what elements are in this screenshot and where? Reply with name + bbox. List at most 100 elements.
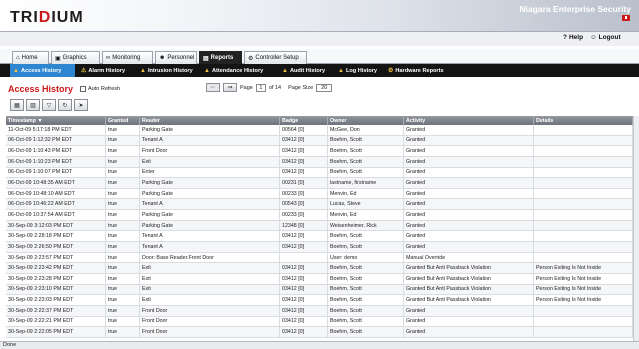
cell-reader: Parking Gate	[140, 125, 280, 135]
tab-controller-setup[interactable]: ⚙ Controller Setup	[244, 51, 307, 64]
page-size-input[interactable]: 20	[316, 83, 333, 92]
prev-page-button[interactable]: ⇐	[206, 83, 220, 92]
utility-bar: ? Help ☺ Logout	[0, 32, 639, 46]
cell-timestamp: 11-Oct-09 5:17:18 PM EDT	[6, 125, 106, 135]
tab-reports[interactable]: ▤ Reports	[199, 51, 242, 64]
table-row[interactable]: 30-Sep-09 2:23:42 PM EDT true Exit 03412 [0…	[6, 263, 633, 274]
cell-reader: Exit	[140, 273, 280, 284]
subtab-access-history[interactable]: ▲ Access History	[10, 64, 75, 77]
table-row[interactable]: 30-Sep-09 3:12:03 PM EDT true Parking Gate…	[6, 220, 633, 232]
cell-timestamp: 30-Sep-09 2:23:10 PM EDT	[6, 284, 106, 295]
auto-refresh-toggle[interactable]: Auto Refresh	[80, 86, 120, 92]
subtab-audit-history[interactable]: ▲ Audit History	[279, 64, 334, 77]
subtab-hardware-reports[interactable]: ⚙ Hardware Reports	[385, 64, 451, 77]
cell-timestamp: 06-Oct-09 1:10:43 PM EDT	[6, 146, 106, 156]
table-row[interactable]: 11-Oct-09 5:17:18 PM EDT true Parking Gate…	[6, 125, 633, 136]
cell-reader: Exit	[140, 156, 280, 167]
table-row[interactable]: 06-Oct-09 10:37:54 AM EDT true Parking Gat…	[6, 210, 633, 221]
table-row[interactable]: 30-Sep-09 2:23:10 PM EDT true Exit 03412 [0…	[6, 284, 633, 296]
cell-reader: Tenant A	[140, 135, 280, 146]
cell-timestamp: 06-Oct-09 10:48:10 AM EDT	[6, 188, 106, 199]
cell-owner: Weisenheimer, Rick	[328, 220, 404, 231]
table-row[interactable]: 30-Sep-09 2:23:57 PM EDT true Door: Base R…	[6, 252, 633, 264]
top-banner: TRIDIUM Niagara Enterprise Security	[0, 0, 639, 32]
cell-timestamp: 06-Oct-09 10:48:35 AM EDT	[6, 178, 106, 188]
filter-button[interactable]: ▽	[42, 99, 56, 111]
column-header-owner[interactable]: Owner	[328, 117, 404, 125]
column-header-granted[interactable]: Granted	[106, 117, 140, 125]
columns-button[interactable]: ▧	[26, 99, 40, 111]
cell-activity: Granted	[404, 178, 534, 188]
cell-badge: 00543 [0]	[280, 199, 328, 210]
help-link[interactable]: ? Help	[563, 34, 583, 41]
refresh-button[interactable]: ↻	[58, 99, 72, 111]
select-all-button[interactable]: ▦	[10, 99, 24, 111]
column-header-activity[interactable]: Activity	[404, 117, 534, 125]
logout-link[interactable]: ☺ Logout	[590, 34, 621, 41]
column-header-reader[interactable]: Reader	[140, 117, 280, 125]
tab-monitoring[interactable]: ∞ Monitoring	[102, 51, 153, 64]
cell-badge: 03412 [0]	[280, 242, 328, 252]
cell-details	[534, 135, 633, 146]
intrusion-icon: ▲	[140, 67, 146, 74]
cell-owner: Boehm, Scott	[328, 273, 404, 284]
table-row[interactable]: 06-Oct-09 1:10:23 PM EDT true Exit 03412 [0…	[6, 156, 633, 168]
cell-badge: 03412 [0]	[280, 316, 328, 327]
cell-activity: Granted	[404, 135, 534, 146]
cell-granted: true	[106, 327, 140, 337]
cell-badge: 03412 [0]	[280, 146, 328, 156]
cell-activity: Granted	[404, 316, 534, 327]
cell-badge: 03412 [0]	[280, 263, 328, 273]
table-row[interactable]: 30-Sep-09 2:26:50 PM EDT true Tenant A 0341…	[6, 242, 633, 253]
cell-owner: User: demo	[328, 252, 404, 263]
table-row[interactable]: 06-Oct-09 10:48:10 AM EDT true Parking Gat…	[6, 188, 633, 200]
alarm-indicator-icon[interactable]	[622, 15, 630, 21]
subtab-attendance-history[interactable]: ▲ Attendance History	[201, 64, 275, 77]
cell-badge: 03412 [0]	[280, 167, 328, 178]
table-row[interactable]: 06-Oct-09 1:12:32 PM EDT true Tenant A 0341…	[6, 135, 633, 147]
table-row[interactable]: 06-Oct-09 1:10:43 PM EDT true Front Door 03…	[6, 146, 633, 157]
column-header-badge[interactable]: Badge	[280, 117, 328, 125]
subtab-alarm-history[interactable]: ⚠ Alarm History	[78, 64, 136, 77]
cell-activity: Granted	[404, 125, 534, 135]
cell-granted: true	[106, 295, 140, 305]
column-header-details[interactable]: Details	[534, 117, 633, 125]
tab-graphics[interactable]: ▣ Graphics	[51, 51, 100, 64]
cell-activity: Granted But Anti Passback Violation	[404, 273, 534, 284]
tab-personnel[interactable]: ☻ Personnel	[155, 51, 197, 64]
tab-home[interactable]: ⌂ Home	[12, 51, 49, 64]
next-page-button[interactable]: ⇒	[223, 83, 237, 92]
table-row[interactable]: 30-Sep-09 2:23:03 PM EDT true Exit 03412 [0…	[6, 295, 633, 306]
cell-details: Person Exiting Is Not Inside	[534, 263, 633, 273]
cell-granted: true	[106, 231, 140, 242]
vertical-scrollbar[interactable]	[633, 116, 639, 341]
table-row[interactable]: 06-Oct-09 10:48:35 AM EDT true Parking Gat…	[6, 178, 633, 189]
page-number-input[interactable]: 1	[255, 83, 266, 92]
cell-reader: Door: Base Reader.Front Door	[140, 252, 280, 263]
cell-owner: Boehm, Scott	[328, 231, 404, 242]
cell-activity: Granted	[404, 188, 534, 199]
table-row[interactable]: 30-Sep-09 2:22:21 PM EDT true Front Door 03…	[6, 316, 633, 328]
grid-icon: ▦	[14, 102, 20, 109]
subtab-log-history[interactable]: ▲ Log History	[335, 64, 383, 77]
cell-activity: Granted But Anti Passback Violation	[404, 295, 534, 305]
arrow-left-icon: ⇐	[210, 85, 216, 91]
cell-timestamp: 30-Sep-09 2:23:03 PM EDT	[6, 295, 106, 305]
monitoring-icon: ∞	[106, 55, 111, 61]
cell-reader: Parking Gate	[140, 220, 280, 231]
auto-refresh-checkbox[interactable]	[80, 86, 86, 92]
cell-details	[534, 188, 633, 199]
cell-badge: 03412 [0]	[280, 305, 328, 316]
table-row[interactable]: 30-Sep-09 2:22:05 PM EDT true Front Door 03…	[6, 327, 633, 338]
brand-title: Niagara Enterprise Security	[519, 4, 632, 14]
table-row[interactable]: 06-Oct-09 1:10:07 PM EDT true Enter 03412 […	[6, 167, 633, 179]
cell-timestamp: 30-Sep-09 2:22:21 PM EDT	[6, 316, 106, 327]
cell-timestamp: 06-Oct-09 10:46:22 AM EDT	[6, 199, 106, 210]
table-row[interactable]: 30-Sep-09 2:28:18 PM EDT true Tenant A 0341…	[6, 231, 633, 243]
export-button[interactable]: ➤	[74, 99, 88, 111]
table-row[interactable]: 06-Oct-09 10:46:22 AM EDT true Tenant A 005…	[6, 199, 633, 211]
table-row[interactable]: 30-Sep-09 2:23:28 PM EDT true Exit 03412 [0…	[6, 273, 633, 285]
subtab-intrusion-history[interactable]: ▲ Intrusion History	[137, 64, 199, 77]
column-header-timestamp[interactable]: Timestamp ▼	[6, 117, 106, 125]
table-row[interactable]: 30-Sep-09 2:22:37 PM EDT true Front Door 03…	[6, 305, 633, 317]
